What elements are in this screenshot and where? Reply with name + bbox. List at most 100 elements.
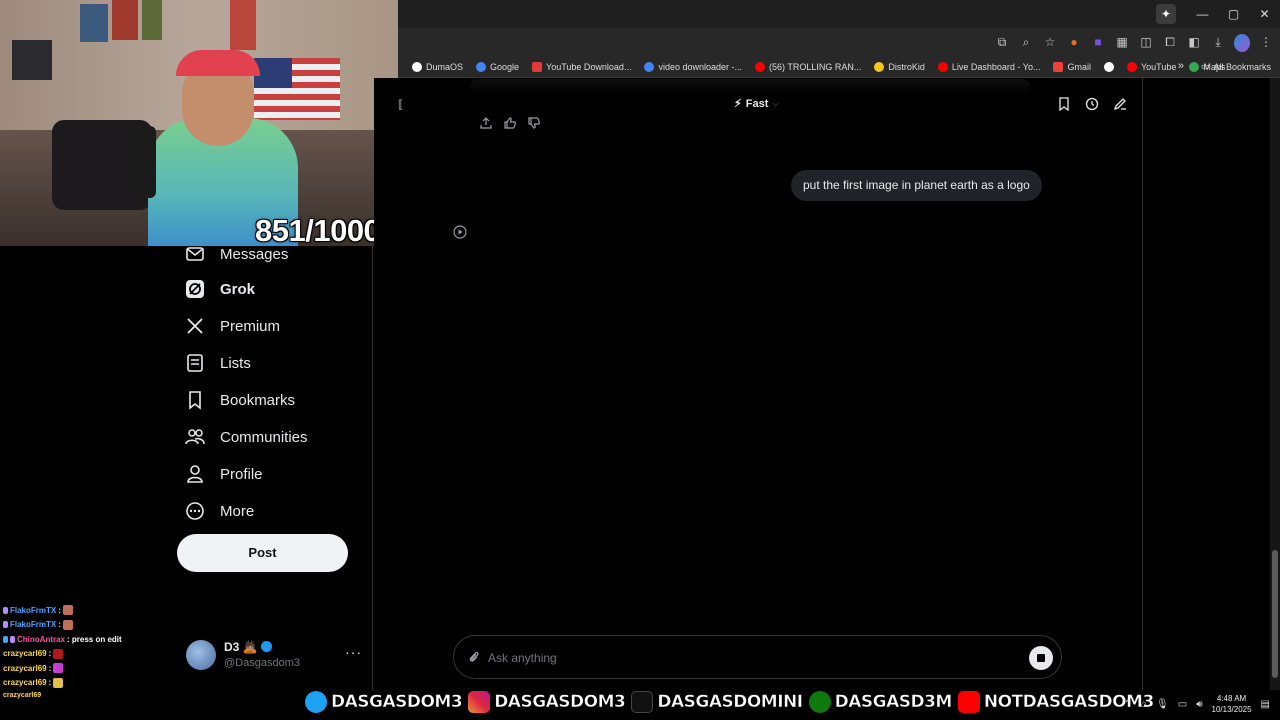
share-icon[interactable] [479,116,493,130]
nav-item-bookmarks[interactable]: Bookmarks [185,390,295,410]
scrollbar-thumb[interactable] [1272,550,1278,678]
profile-avatar[interactable] [1234,34,1250,52]
split-view-icon[interactable]: ◧ [1186,33,1202,51]
puzzle-icon[interactable]: ⧠ [1162,33,1178,51]
more-bookmarks-button[interactable]: » [1178,60,1184,72]
bookmark-item[interactable]: Gmail [1053,61,1091,72]
notification-icon[interactable]: ▤ [1261,699,1270,710]
history-icon[interactable] [1085,97,1099,111]
chat-text: : [48,678,52,688]
chat-message: crazycarl69: [3,676,153,691]
network-icon[interactable]: ⌂ [1141,699,1147,710]
account-more-icon[interactable]: ··· [345,644,362,660]
thumbs-up-icon[interactable] [503,116,517,130]
response-actions [479,116,541,130]
bookmark-icon[interactable] [1057,97,1071,111]
post-button[interactable]: Post [177,534,348,572]
new-chat-icon[interactable] [1113,97,1127,111]
account-handle: @Dasgasdom3 [224,657,300,669]
microphone-icon[interactable]: 🎙︎ [1156,699,1169,710]
close-button[interactable]: ✕ [1249,7,1280,21]
chat-badge-icon [10,635,15,643]
emote-icon [53,648,64,659]
play-circle-icon[interactable] [453,225,467,239]
poster-image [12,40,52,80]
social-handle: DASGASD3M [834,692,952,713]
nav-item-messages[interactable]: Messages [185,244,288,264]
bookmark-item[interactable]: Live Dashboard - Yo... [937,61,1040,72]
bookmark-icon [189,391,201,410]
extension-icon[interactable]: ● [1066,33,1082,51]
volume-icon[interactable]: 🔊︎ [1196,699,1202,710]
chat-badge-icon [3,635,8,643]
screen: ✦ — ▢ ✕ ⧉ ⌕ ☆ ● ■ ▦ ◫ ⧠ ◧ ⤓ ⋮ DumaOS Goo… [0,0,1280,720]
chat-user: crazycarl69 [3,649,47,659]
extension-icon[interactable]: ▦ [1114,33,1130,51]
gemini-sparkle-icon[interactable]: ✦ [1156,4,1176,24]
mail-icon [186,247,204,261]
menu-icon[interactable]: ⋮ [1258,33,1274,51]
install-app-icon[interactable]: ⧉ [994,33,1010,51]
chat-message: crazycarl69: [3,661,153,676]
twitter-icon [305,691,327,713]
sub-goal-counter: 851/1000 [255,213,381,246]
sidebar-toggle-icon[interactable]: ⟦ [398,98,403,111]
nav-item-more[interactable]: More [185,501,254,521]
all-bookmarks-button[interactable]: ▭ All Bookmarks [1201,61,1271,72]
nav-item-profile[interactable]: Profile [185,464,263,484]
tiktok-icon [631,691,654,713]
right-panel [1142,78,1272,690]
minimize-button[interactable]: — [1187,7,1218,21]
chat-user: crazycarl69 [3,663,47,673]
bookmark-item[interactable]: video downloader -... [644,61,742,72]
chat-text: : [58,605,61,615]
nav-item-lists[interactable]: Lists [185,353,251,373]
emote-icon [62,605,73,616]
download-favicon-icon [532,61,543,72]
display-icon[interactable]: ▭ [1178,699,1187,710]
bookmark-item[interactable]: YouTube Download... [532,61,631,72]
bookmark-item[interactable]: (56) TROLLING RAN... [755,61,861,72]
model-mode-selector[interactable]: ⚡︎ Fast ⌵ [734,97,779,111]
paperclip-icon[interactable] [467,650,481,664]
bookmark-item[interactable]: YouTube [1126,61,1176,72]
nav-item-communities[interactable]: Communities [185,427,308,447]
account-switcher[interactable]: D3 🙇🏽 @Dasgasdom3 ··· [186,640,362,672]
account-name: D3 [224,640,240,654]
download-icon[interactable]: ⤓ [1210,33,1226,51]
social-twitter: DASGASDOM3 [305,691,463,713]
zoom-icon[interactable]: ⌕ [1018,33,1034,51]
user-message-bubble: put the first image in planet earth as a… [791,170,1042,201]
thumbs-down-icon[interactable] [527,116,541,130]
page-scrollbar[interactable] [1270,78,1280,690]
taskbar-clock[interactable]: 4:48 AM 10/13/2025 [1212,693,1252,715]
star-icon[interactable]: ☆ [1042,33,1058,51]
bookmark-item[interactable]: Google [476,61,519,72]
nav-item-grok[interactable]: Grok [185,279,255,299]
verified-badge-icon [260,641,272,652]
chat-badge-icon [3,606,8,614]
ask-input[interactable] [488,647,1008,669]
nav-item-premium[interactable]: Premium [185,316,280,336]
stop-generation-button[interactable] [1029,646,1053,670]
chat-message: ChinoAntrax: press on edit [3,632,153,647]
chat-text: : [58,620,61,630]
bookmark-item[interactable] [1103,61,1114,72]
chat-overflow-text: crazycarl69 [3,692,41,699]
social-tiktok: DASGASDOMINI [631,691,803,713]
chat-message: FlakoFrmTX: [3,618,153,633]
lightning-icon: ⚡︎ [734,98,742,110]
bookmark-item[interactable]: DumaOS [412,61,463,72]
maximize-button[interactable]: ▢ [1218,7,1249,21]
system-tray: ⌃ ⌂ 🎙︎ ▭ 🔊︎ 4:48 AM 10/13/2025 ▤ [1124,693,1270,715]
chevron-up-icon[interactable]: ⌃ [1124,699,1132,710]
bookmark-item[interactable]: DistroKid [874,61,925,72]
chat-user: FlakoFrmTX [10,620,57,630]
stream-bottom-bar: crazycarl69 DASGASDOM3 DASGASDOM3 DASGAS… [0,690,1280,720]
youtube-icon [937,61,948,72]
microphone-image [132,126,156,198]
extension-icon[interactable]: ■ [1090,33,1106,51]
extension-icon[interactable]: ◫ [1138,33,1154,51]
google-icon [476,61,487,72]
social-xbox: DASGASD3M [808,691,953,713]
